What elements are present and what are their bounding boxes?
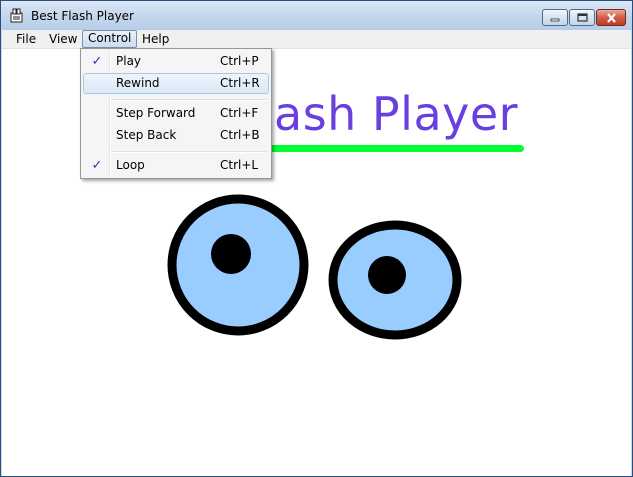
right-pupil [368,256,406,294]
menu-item-step-back[interactable]: Step Back Ctrl+B [83,125,269,146]
menu-bar: File View Control Help [2,30,631,49]
maximize-button[interactable] [569,9,595,26]
menu-item-label: Rewind [116,76,160,90]
caption-buttons [542,9,626,26]
app-window: Best Flash Player File View Control Help… [0,0,633,477]
menu-item-rewind[interactable]: Rewind Ctrl+R [83,73,269,94]
menu-item-step-forward[interactable]: Step Forward Ctrl+F [83,103,269,124]
check-icon: ✓ [91,158,103,173]
menu-item-label: Loop [116,158,145,172]
check-icon: ✓ [91,54,103,69]
menu-item-loop[interactable]: ✓ Loop Ctrl+L [83,155,269,176]
menu-item-shortcut: Ctrl+P [220,54,259,68]
menu-item-shortcut: Ctrl+F [220,106,259,120]
title-bar[interactable]: Best Flash Player [1,1,632,30]
close-icon [606,12,616,23]
close-button[interactable] [596,9,626,26]
menu-help[interactable]: Help [137,31,174,47]
menu-item-play[interactable]: ✓ Play Ctrl+P [83,51,269,72]
menu-view[interactable]: View [44,31,82,47]
menu-separator [111,151,267,153]
app-icon[interactable] [9,8,25,24]
minimize-button[interactable] [542,9,568,26]
maximize-icon [576,13,588,22]
left-pupil [211,234,251,274]
menu-file[interactable]: File [11,31,41,47]
menu-item-label: Step Back [116,128,177,142]
menu-item-label: Step Forward [116,106,196,120]
menu-control[interactable]: Control [82,30,138,48]
menu-item-shortcut: Ctrl+R [220,76,260,90]
menu-separator [111,99,267,101]
menu-item-shortcut: Ctrl+L [220,158,259,172]
menu-item-label: Play [116,54,142,68]
minimize-icon [550,18,560,21]
menu-item-shortcut: Ctrl+B [220,128,260,142]
control-menu-dropdown: ✓ Play Ctrl+P Rewind Ctrl+R Step Forward… [80,48,272,179]
window-title: Best Flash Player [31,9,134,23]
